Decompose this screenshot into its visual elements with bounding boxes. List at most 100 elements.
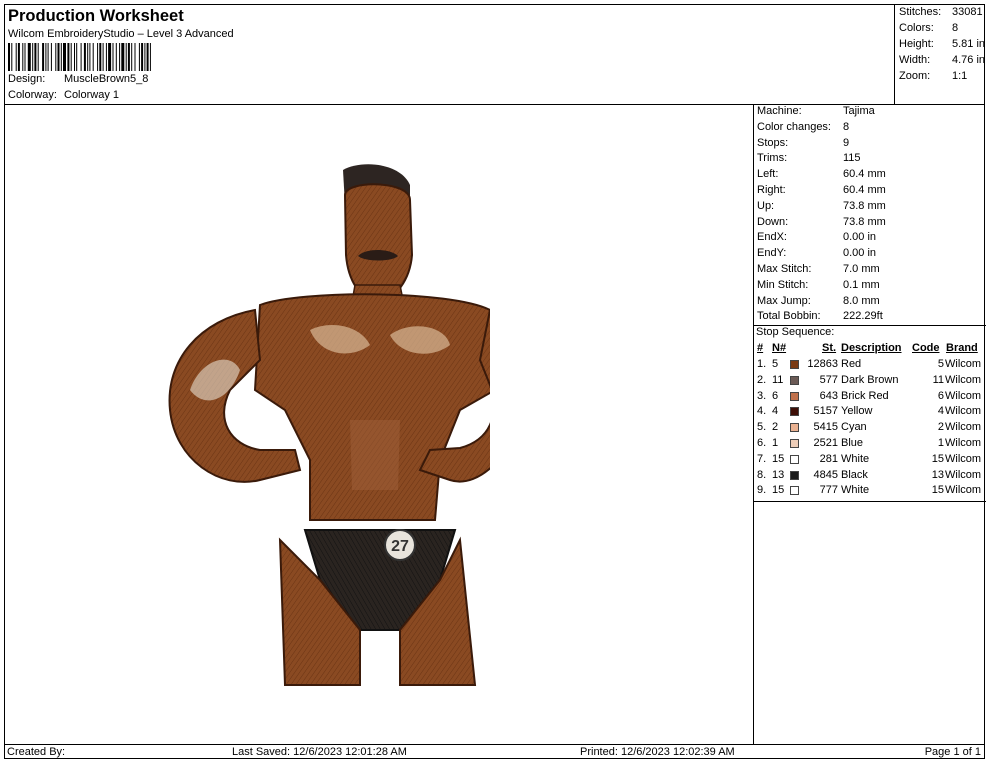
machine-info-label: Min Stitch: — [757, 278, 809, 291]
row-code: 2 — [937, 421, 944, 434]
machine-info-value: 222.29ft — [843, 310, 883, 323]
row-brand: Wilcom — [945, 468, 982, 481]
row-brand: Wilcom — [945, 405, 982, 418]
design-value: MuscleBrown5_8 — [64, 73, 149, 85]
machine-info-value: 8.0 mm — [843, 294, 880, 307]
row-needle: 6 — [772, 389, 779, 402]
machine-info-label: Up: — [757, 199, 775, 212]
page-title: Production Worksheet — [8, 7, 184, 25]
row-code: 11 — [932, 373, 944, 386]
last-saved: Last Saved: 12/6/2023 12:01:28 AM — [232, 746, 407, 758]
row-num: 2. — [757, 373, 767, 386]
machine-info-value: 60.4 mm — [843, 184, 886, 196]
row-num: 8. — [757, 468, 767, 481]
row-needle: 15 — [772, 484, 785, 497]
machine-info-label: Down: — [757, 215, 789, 228]
col-code-header: Code — [912, 342, 940, 354]
row-description: Yellow — [841, 405, 873, 418]
row-num: 3. — [757, 389, 767, 402]
machine-info-value: 0.00 in — [843, 247, 877, 260]
row-stitches: 5415 — [813, 421, 838, 434]
colorway-label: Colorway: — [8, 89, 57, 101]
col-st-header: St. — [822, 342, 837, 354]
barcode — [8, 43, 151, 71]
row-needle: 2 — [772, 421, 779, 434]
table-row: 6. 1 2521 Blue 1 Wilcom — [754, 437, 986, 453]
row-needle: 1 — [772, 437, 779, 449]
machine-info-value: 0.00 in — [843, 231, 877, 244]
table-bottom-divider — [754, 501, 986, 502]
row-description: Blue — [841, 437, 864, 449]
table-row: 1. 5 12863 Red 5 Wilcom — [754, 358, 986, 374]
row-brand: Wilcom — [945, 421, 982, 434]
machine-info-label: Total Bobbin: — [757, 310, 821, 323]
row-description: Red — [841, 358, 862, 370]
col-num-header: # — [757, 342, 764, 354]
row-brand: Wilcom — [945, 484, 982, 497]
stats-box: Stitches: 33081 Colors: 8 Height: 5.81 in W… — [894, 4, 985, 104]
row-stitches: 777 — [819, 484, 838, 497]
row-needle: 5 — [772, 358, 779, 370]
color-swatch — [790, 360, 799, 369]
row-stitches: 643 — [819, 389, 838, 402]
machine-info-label: Left: — [757, 168, 779, 181]
row-num: 6. — [757, 437, 767, 449]
row-description: White — [841, 484, 870, 497]
machine-info-label: Stops: — [757, 136, 789, 149]
row-stitches: 12863 — [807, 358, 838, 370]
row-description: Black — [841, 468, 868, 481]
machine-info-value: 115 — [843, 152, 861, 165]
color-swatch — [790, 486, 799, 496]
color-swatch — [790, 375, 799, 385]
machine-info-label: Color changes: — [757, 120, 831, 133]
machine-info-panel: Machine: Tajima Color changes: 8 Stops: 9 Trim… — [753, 104, 986, 744]
row-num: 9. — [757, 484, 767, 497]
machine-info-value: 8 — [843, 120, 850, 133]
printed-date: Printed: 12/6/2023 12:02:39 AM — [580, 746, 735, 758]
col-description-header: Description — [841, 342, 902, 354]
row-stitches: 281 — [819, 452, 838, 465]
machine-info-label: EndY: — [757, 247, 787, 260]
row-brand: Wilcom — [945, 452, 982, 465]
col-brand-header: Brand — [946, 342, 978, 354]
row-stitches: 4845 — [813, 468, 838, 481]
machine-info-label: Max Stitch: — [757, 263, 812, 275]
row-needle: 15 — [772, 452, 785, 465]
machine-info-label: Trims: — [757, 152, 788, 165]
number-badge-text: 27 — [391, 538, 409, 555]
row-code: 5 — [937, 358, 944, 370]
machine-info-value: Tajima — [843, 105, 875, 117]
row-code: 15 — [931, 452, 944, 465]
row-needle: 11 — [772, 373, 784, 386]
machine-info-label: EndX: — [757, 231, 787, 244]
row-brand: Wilcom — [945, 373, 982, 386]
row-stitches: 2521 — [813, 437, 838, 449]
row-stitches: 5157 — [813, 405, 838, 418]
machine-info-label: Machine: — [757, 105, 802, 117]
machine-info-value: 0.1 mm — [843, 278, 880, 291]
table-row: 2. 11 577 Dark Brown 11 Wilcom — [754, 374, 986, 390]
row-description: White — [841, 452, 870, 465]
row-needle: 13 — [772, 468, 785, 481]
row-code: 15 — [931, 484, 944, 497]
machine-info-value: 73.8 mm — [843, 199, 886, 212]
table-row: 5. 2 5415 Cyan 2 Wilcom — [754, 421, 986, 437]
created-by: Created By: — [7, 746, 66, 758]
color-swatch — [790, 439, 799, 448]
row-needle: 4 — [772, 405, 779, 418]
machine-info-label: Max Jump: — [757, 294, 811, 307]
col-n-header: N# — [772, 342, 787, 354]
color-swatch — [790, 407, 799, 417]
stop-sequence-title: Stop Sequence: — [756, 326, 835, 338]
color-swatch — [790, 391, 799, 401]
color-swatch — [790, 423, 799, 433]
row-brand: Wilcom — [945, 389, 982, 402]
row-code: 1 — [937, 437, 944, 449]
row-description: Dark Brown — [841, 373, 899, 386]
row-code: 4 — [937, 405, 944, 418]
table-row: 3. 6 643 Brick Red 6 Wilcom — [754, 390, 986, 406]
row-num: 7. — [757, 452, 767, 465]
table-row: 4. 4 5157 Yellow 4 Wilcom — [754, 405, 986, 421]
machine-info-value: 60.4 mm — [843, 168, 886, 181]
row-description: Cyan — [841, 421, 867, 434]
